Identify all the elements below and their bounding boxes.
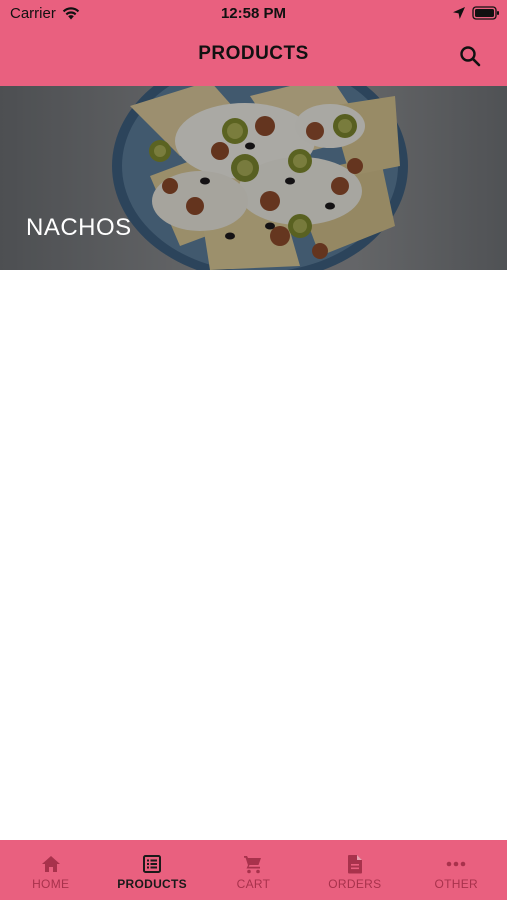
- page-title: PRODUCTS: [198, 43, 309, 64]
- more-icon: [446, 854, 466, 874]
- tab-label: ORDERS: [328, 877, 382, 891]
- search-button[interactable]: [456, 42, 484, 70]
- tab-label: PRODUCTS: [117, 877, 187, 891]
- tab-products[interactable]: PRODUCTS: [101, 840, 202, 900]
- battery-icon: [472, 6, 499, 20]
- status-bar: Carrier 12:58 PM: [0, 0, 507, 28]
- tab-cart[interactable]: CART: [203, 840, 304, 900]
- location-arrow-icon: [453, 7, 465, 19]
- tab-other[interactable]: OTHER: [406, 840, 507, 900]
- tab-orders[interactable]: ORDERS: [304, 840, 405, 900]
- tab-home[interactable]: HOME: [0, 840, 101, 900]
- home-icon: [41, 854, 61, 874]
- tab-label: OTHER: [434, 877, 478, 891]
- tab-label: CART: [236, 877, 271, 891]
- category-title: NACHOS: [26, 214, 132, 241]
- document-icon: [345, 854, 365, 874]
- tab-label: HOME: [32, 877, 70, 891]
- top-bar: Carrier 12:58 PM PRODUCTS: [0, 0, 507, 86]
- category-banner-nachos[interactable]: NACHOS: [0, 86, 507, 270]
- search-icon: [460, 46, 481, 67]
- clock: 12:58 PM: [220, 5, 287, 22]
- list-icon: [142, 854, 162, 874]
- banner-overlay: [0, 86, 507, 270]
- bottom-tab-bar: HOME PRODUCTS CART ORDERS OTHER: [0, 840, 507, 900]
- cart-icon: [243, 854, 263, 874]
